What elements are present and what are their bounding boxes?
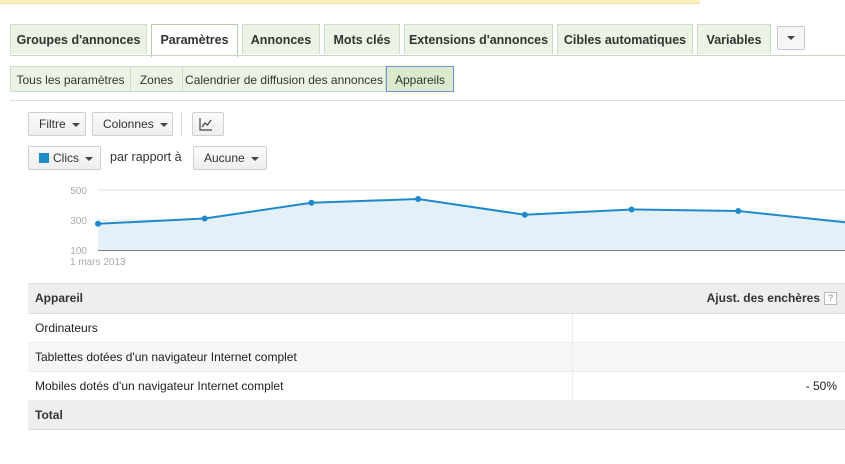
device-name: Ordinateurs bbox=[35, 321, 98, 335]
filter-button-label: Filtre bbox=[39, 117, 66, 131]
chart-point[interactable] bbox=[735, 208, 742, 214]
subtab-locations[interactable]: Zones bbox=[130, 66, 183, 92]
tab-ad-extensions[interactable]: Extensions d'annonces bbox=[404, 24, 553, 54]
x-tick-label: 1 mars 2013 bbox=[70, 257, 126, 268]
columns-button-label: Colonnes bbox=[103, 117, 154, 131]
table-row: Mobiles dotés d'un navigateur Internet c… bbox=[28, 372, 845, 401]
subtab-ad-schedule[interactable]: Calendrier de diffusion des annonces bbox=[182, 66, 386, 92]
chart-point[interactable] bbox=[415, 196, 422, 202]
tab-keywords[interactable]: Mots clés bbox=[324, 24, 400, 54]
compare-select-label: Aucune bbox=[204, 151, 245, 165]
chart-y-ticks: 500 300 100 bbox=[70, 186, 87, 257]
chevron-down-icon bbox=[159, 122, 168, 127]
y-tick-label: 300 bbox=[70, 216, 87, 227]
more-tabs-button[interactable] bbox=[777, 26, 805, 50]
tab-settings[interactable]: Paramètres bbox=[151, 24, 238, 57]
subtab-all-settings[interactable]: Tous les paramètres bbox=[10, 66, 131, 92]
column-header-bid-adjustment-label: Ajust. des enchères bbox=[706, 291, 820, 305]
device-name: Mobiles dotés d'un navigateur Internet c… bbox=[35, 379, 284, 393]
chevron-down-icon bbox=[85, 156, 93, 161]
tab-ad-groups[interactable]: Groupes d'annonces bbox=[10, 24, 147, 54]
chart-point[interactable] bbox=[95, 220, 101, 227]
chevron-down-icon bbox=[787, 36, 795, 40]
chevron-down-icon bbox=[250, 156, 259, 161]
metric-color-swatch bbox=[39, 153, 49, 163]
table-header-row: Appareil Ajust. des enchères? bbox=[28, 284, 845, 314]
y-tick-label: 100 bbox=[70, 246, 87, 257]
column-divider bbox=[572, 314, 573, 342]
column-header-device[interactable]: Appareil bbox=[35, 284, 83, 313]
subtab-devices[interactable]: Appareils bbox=[386, 66, 454, 92]
line-chart-icon bbox=[199, 118, 212, 131]
column-header-bid-adjustment[interactable]: Ajust. des enchères? bbox=[707, 284, 837, 313]
compare-label: par rapport à bbox=[110, 150, 182, 164]
chart-point[interactable] bbox=[308, 199, 315, 206]
compare-select[interactable]: Aucune bbox=[193, 146, 267, 170]
filter-button[interactable]: Filtre bbox=[28, 112, 86, 136]
devices-table: Appareil Ajust. des enchères? Ordinateur… bbox=[28, 283, 845, 430]
help-icon[interactable]: ? bbox=[824, 292, 837, 305]
column-divider bbox=[572, 372, 573, 400]
device-name: Tablettes dotées d'un navigateur Interne… bbox=[35, 350, 297, 364]
notification-bar bbox=[0, 0, 700, 4]
toggle-chart-button[interactable] bbox=[192, 112, 224, 136]
total-label: Total bbox=[35, 408, 63, 422]
chart-point[interactable] bbox=[628, 206, 635, 213]
subtabs-divider bbox=[10, 100, 845, 101]
metric-select-label: Clics bbox=[53, 151, 79, 165]
chart-x-ticks: 1 mars 2013 bbox=[70, 257, 126, 268]
y-tick-label: 500 bbox=[70, 186, 87, 197]
chevron-down-icon bbox=[71, 122, 80, 127]
tab-auto-targets[interactable]: Cibles automatiques bbox=[557, 24, 693, 54]
table-row: Ordinateurs bbox=[28, 314, 845, 343]
metric-select[interactable]: Clics bbox=[28, 146, 101, 170]
clicks-chart: 500 300 100 1 mars 2013 bbox=[70, 186, 845, 268]
chart-point[interactable] bbox=[201, 215, 208, 222]
table-total-row: Total bbox=[28, 401, 845, 430]
tabs-divider bbox=[10, 55, 845, 56]
toolbar-separator bbox=[181, 112, 182, 136]
columns-button[interactable]: Colonnes bbox=[92, 112, 173, 136]
tab-ads[interactable]: Annonces bbox=[242, 24, 320, 54]
chart-point[interactable] bbox=[521, 211, 528, 218]
tab-variables[interactable]: Variables bbox=[697, 24, 771, 54]
bid-adjustment-value[interactable]: - 50% bbox=[806, 372, 837, 401]
column-divider bbox=[572, 343, 573, 371]
table-row: Tablettes dotées d'un navigateur Interne… bbox=[28, 343, 845, 372]
